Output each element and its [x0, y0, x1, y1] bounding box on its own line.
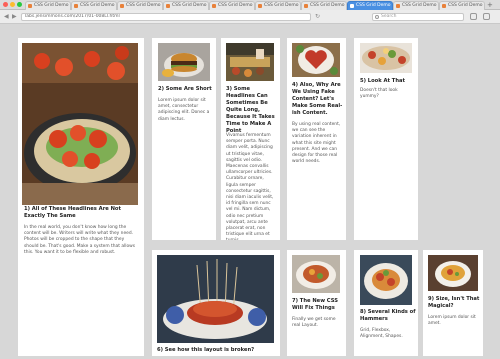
card-title: 1) All of These Headlines Are Not Exactl…: [24, 206, 121, 219]
street-food-market-photo: [226, 43, 274, 81]
card-1[interactable]: 1) All of These Headlines Are Not Exactl…: [18, 38, 144, 356]
heart-plate-photo: [292, 43, 340, 77]
favicon-icon: [28, 4, 32, 8]
new-tab-button[interactable]: +: [487, 1, 493, 9]
browser-tab[interactable]: CSS Grid Demo: [209, 1, 255, 10]
card-body: Lorem ipsum dolor sit amet, consectetur …: [158, 98, 210, 122]
search-input[interactable]: Search: [372, 13, 464, 21]
menu-icon[interactable]: [483, 13, 490, 20]
card-body: Doesn't that look yummy?: [360, 88, 398, 100]
tab-label: CSS Grid Demo: [218, 3, 253, 8]
bookmark-star-icon[interactable]: [470, 13, 477, 20]
tab-label: CSS Grid Demo: [80, 3, 115, 8]
soup-bowl-photo: [428, 255, 478, 291]
tab-label: CSS Grid Demo: [448, 3, 483, 8]
search-placeholder: Search: [381, 14, 397, 19]
tab-label: CSS Grid Demo: [126, 3, 161, 8]
browser-tab[interactable]: CSS Grid Demo: [301, 1, 347, 10]
skewers-photo: [157, 255, 274, 343]
card-title: 5) Look At That: [360, 78, 405, 84]
browser-tab[interactable]: CSS Grid Demo: [163, 1, 209, 10]
browser-tab[interactable]: CSS Grid Demo: [71, 1, 117, 10]
browser-toolbar: ◀ ▶ labs.jensimmons.com/2017/01-008LI.ht…: [0, 10, 500, 24]
card-title: 9) Size, Isn't That Magical?: [428, 296, 480, 309]
seafood-plate-photo: [360, 255, 412, 305]
card-body: Finally we get some real Layout.: [292, 317, 336, 329]
browser-tab[interactable]: CSS Grid Demo: [439, 1, 485, 10]
card-4[interactable]: 4) Also, Why Are We Using Fake Content? …: [287, 38, 346, 240]
tab-label: CSS Grid Demo: [402, 3, 437, 8]
card-title: 3) Some Headlines Can Sometimes Be Quite…: [226, 86, 275, 134]
card-body: Grid, Flexbox, Alignment, Shapes.: [360, 328, 403, 340]
forward-arrow-icon[interactable]: ▶: [12, 13, 17, 20]
card-title: 7) The New CSS Will Fix Things: [292, 298, 338, 311]
zoom-window-icon[interactable]: [17, 2, 22, 7]
card-body: Lorem ipsum dolor sit amet.: [428, 315, 476, 327]
crab-pasta-salad-photo: [22, 43, 138, 205]
browser-tab[interactable]: CSS Grid Demo: [255, 1, 301, 10]
card-5[interactable]: 5) Look At That Doesn't that look yummy?: [354, 38, 418, 240]
favicon-icon: [442, 4, 446, 8]
back-arrow-icon[interactable]: ◀: [4, 13, 9, 20]
favicon-icon: [212, 4, 216, 8]
url-text: labs.jensimmons.com/2017/01-008LI.html: [25, 14, 120, 19]
favicon-icon: [74, 4, 78, 8]
browser-tab[interactable]: CSS Grid Demo: [25, 1, 71, 10]
favicon-icon: [120, 4, 124, 8]
card-3[interactable]: 3) Some Headlines Can Sometimes Be Quite…: [221, 38, 280, 240]
appetizer-platter-photo: [360, 43, 412, 73]
pasta-bowl-photo: [292, 255, 340, 293]
minimize-window-icon[interactable]: [10, 2, 15, 7]
favicon-icon: [258, 4, 262, 8]
search-icon: [375, 15, 379, 19]
burger-photo: [158, 43, 210, 81]
card-6[interactable]: 6) See how this layout is broken?: [152, 250, 280, 356]
browser-tab[interactable]: CSS Grid Demo: [117, 1, 163, 10]
address-bar[interactable]: labs.jensimmons.com/2017/01-008LI.html: [21, 13, 311, 21]
favicon-icon: [396, 4, 400, 8]
tab-label: CSS Grid Demo: [34, 3, 69, 8]
browser-tab-bar: CSS Grid Demo CSS Grid Demo CSS Grid Dem…: [0, 0, 500, 10]
card-body: By using real content, we can see the va…: [292, 122, 341, 165]
card-9[interactable]: 9) Size, Isn't That Magical? Lorem ipsum…: [423, 250, 483, 356]
card-title: 4) Also, Why Are We Using Fake Content? …: [292, 82, 343, 116]
card-title: 8) Several Kinds of Hammers: [360, 309, 416, 322]
tab-label: CSS Grid Demo: [172, 3, 207, 8]
browser-tab-active[interactable]: CSS Grid Demo: [347, 1, 393, 10]
close-window-icon[interactable]: [3, 2, 8, 7]
reload-icon[interactable]: ↻: [315, 13, 320, 20]
card-title: 2) Some Are Short: [158, 86, 212, 92]
card-title: 6) See how this layout is broken?: [157, 347, 255, 353]
favicon-icon: [166, 4, 170, 8]
browser-tab[interactable]: CSS Grid Demo: [393, 1, 439, 10]
favicon-icon: [350, 4, 354, 8]
card-body: In the real world, you don't know how lo…: [24, 225, 136, 255]
card-8[interactable]: 8) Several Kinds of Hammers Grid, Flexbo…: [354, 250, 418, 356]
tab-label: CSS Grid Demo: [264, 3, 299, 8]
card-body: Vivamus fermentum semper porta. Nunc dia…: [226, 133, 274, 240]
favicon-icon: [304, 4, 308, 8]
card-2[interactable]: 2) Some Are Short Lorem ipsum dolor sit …: [152, 38, 216, 240]
tab-label: CSS Grid Demo: [310, 3, 345, 8]
card-7[interactable]: 7) The New CSS Will Fix Things Finally w…: [287, 250, 346, 356]
tab-label: CSS Grid Demo: [356, 3, 391, 8]
